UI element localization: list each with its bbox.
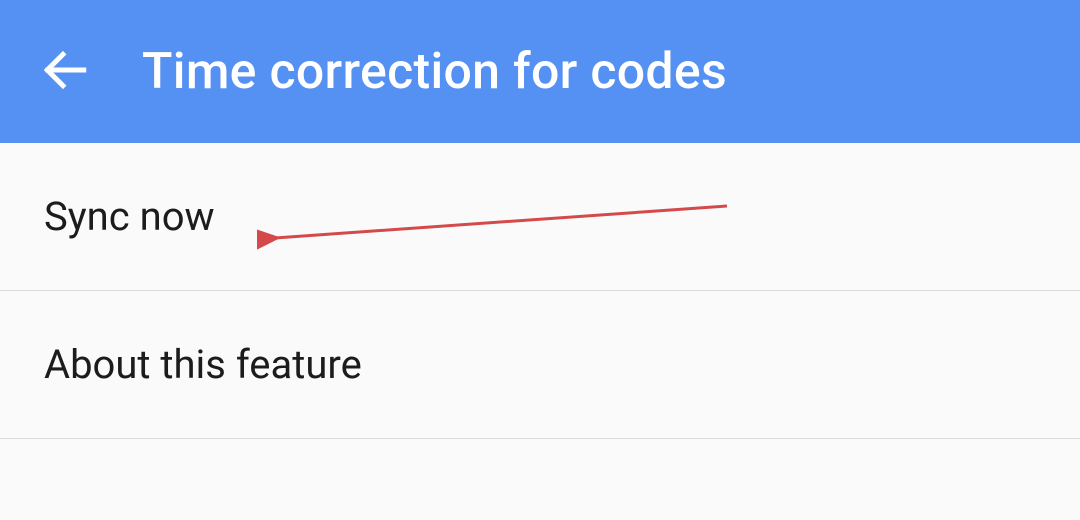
back-button[interactable] bbox=[40, 45, 90, 98]
list-item-label: About this feature bbox=[44, 341, 362, 388]
settings-list: Sync now About this feature bbox=[0, 143, 1080, 439]
page-title: Time correction for codes bbox=[142, 43, 727, 101]
list-item-about-feature[interactable]: About this feature bbox=[0, 291, 1080, 439]
list-item-label: Sync now bbox=[44, 193, 215, 240]
app-header: Time correction for codes bbox=[0, 0, 1080, 143]
list-item-sync-now[interactable]: Sync now bbox=[0, 143, 1080, 291]
arrow-left-icon bbox=[40, 45, 90, 98]
